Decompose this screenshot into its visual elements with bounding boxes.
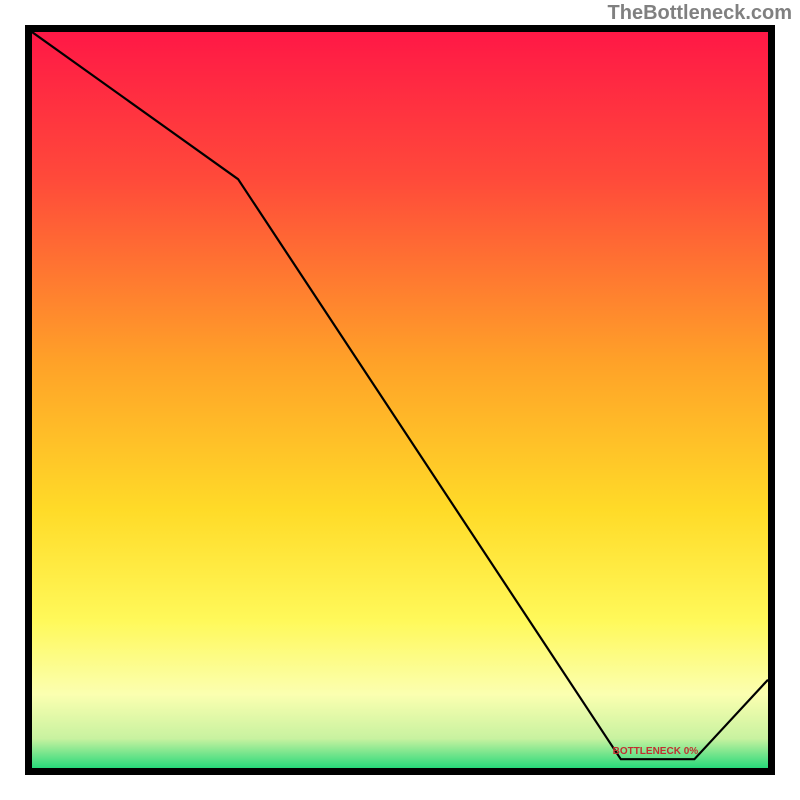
chart-plot-area: BOTTLENECK 0% — [25, 25, 775, 775]
chart-container: TheBottleneck.com BOTTLENECK 0% — [0, 0, 800, 800]
watermark-text: TheBottleneck.com — [608, 2, 792, 25]
bottleneck-curve — [32, 32, 768, 768]
bottleneck-zero-label: BOTTLENECK 0% — [613, 746, 699, 757]
